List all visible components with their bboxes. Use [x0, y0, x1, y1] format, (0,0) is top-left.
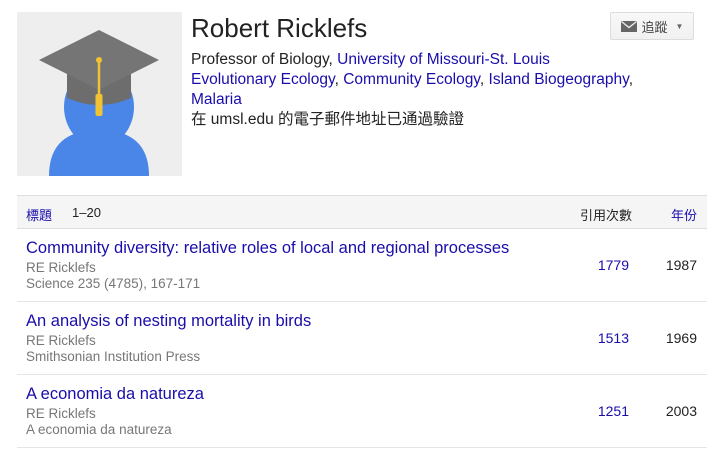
citation-count-link[interactable]: 1513 [577, 330, 629, 346]
table-row: A economia da natureza RE Ricklefs A eco… [17, 375, 707, 448]
profile-info: Professor of Biology, University of Miss… [191, 50, 691, 130]
citation-count-link[interactable]: 1779 [577, 257, 629, 273]
interest-link[interactable]: Island Biogeography [489, 71, 629, 88]
paper-authors: RE Ricklefs [26, 333, 96, 348]
paper-title-link[interactable]: An analysis of nesting mortality in bird… [26, 311, 311, 331]
mail-icon [620, 20, 637, 32]
affiliation-line: Professor of Biology, University of Miss… [191, 50, 691, 70]
paper-authors: RE Ricklefs [26, 260, 96, 275]
table-header: 標題 1–20 引用次數 年份 [17, 195, 707, 229]
paper-venue: Smithsonian Institution Press [26, 349, 201, 364]
follow-label: 追蹤 [641, 19, 668, 35]
interest-separator: , [628, 71, 634, 88]
paper-venue: A economia da natureza [26, 422, 172, 437]
interests-line: Evolutionary Ecology, Community Ecology,… [191, 70, 691, 90]
cites-header: 引用次數 [580, 208, 633, 223]
citation-count-link[interactable]: 1251 [577, 403, 629, 419]
table-row: Community diversity: relative roles of l… [17, 229, 707, 302]
graduate-avatar-icon [17, 12, 182, 176]
interests-line-2: Malaria [191, 90, 691, 110]
result-range: 1–20 [72, 205, 101, 220]
affiliation-text: Professor of Biology, [191, 51, 338, 68]
profile-name: Robert Ricklefs [191, 13, 368, 43]
paper-year: 1987 [665, 257, 697, 273]
profile-photo [17, 12, 182, 176]
paper-title-link[interactable]: A economia da natureza [26, 384, 204, 404]
interest-link[interactable]: Malaria [191, 91, 242, 108]
interest-link[interactable]: Community Ecology [343, 71, 480, 88]
email-verification: 在 umsl.edu 的電子郵件地址已通過驗證 [191, 111, 465, 128]
table-row: An analysis of nesting mortality in bird… [17, 302, 707, 375]
caret-down-icon: ▼ [675, 21, 684, 31]
paper-authors: RE Ricklefs [26, 406, 96, 421]
sort-by-title-link[interactable]: 標題 [26, 205, 52, 224]
affiliation-link[interactable]: University of Missouri-St. Louis [337, 51, 550, 68]
paper-year: 2003 [665, 403, 697, 419]
sort-by-year-link[interactable]: 年份 [671, 205, 697, 224]
paper-venue: Science 235 (4785), 167-171 [26, 276, 201, 291]
paper-title-link[interactable]: Community diversity: relative roles of l… [26, 238, 509, 258]
paper-year: 1969 [665, 330, 697, 346]
publication-list: Community diversity: relative roles of l… [17, 229, 707, 448]
interest-link[interactable]: Evolutionary Ecology [191, 71, 335, 88]
interest-separator: , [479, 71, 489, 88]
follow-button[interactable]: 追蹤 ▼ [610, 12, 694, 40]
interest-separator: , [334, 71, 344, 88]
